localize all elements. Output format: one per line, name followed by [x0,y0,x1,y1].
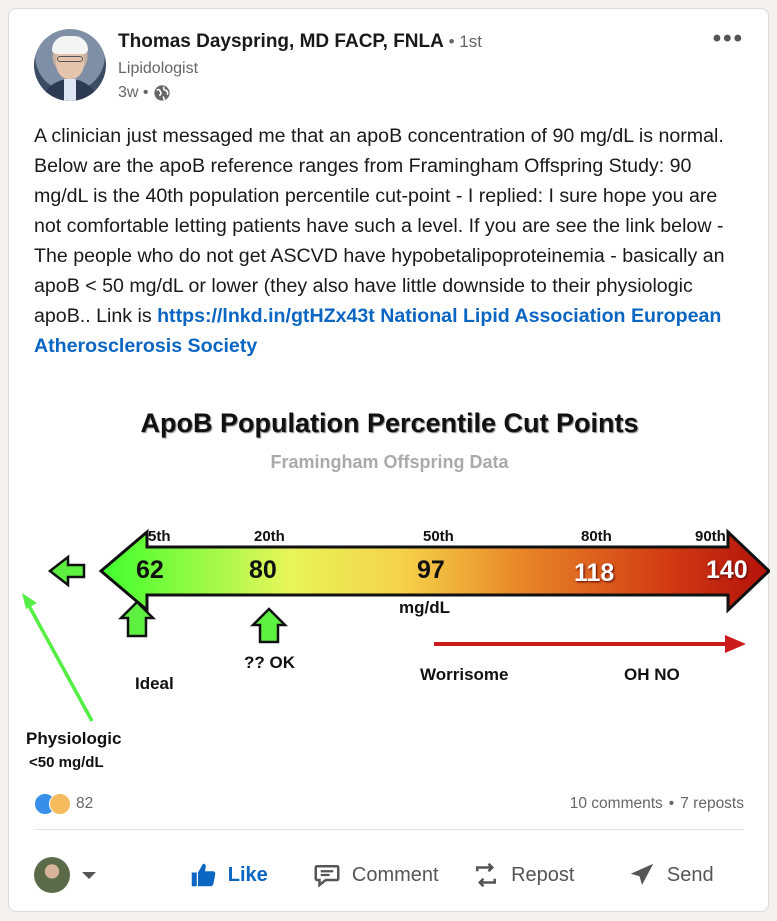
post-meta: 3w • [118,84,171,102]
label-physiologic-sub: <50 mg/dL [29,754,104,771]
green-diagonal-arrow-icon [22,593,37,609]
pct-50: 50th [423,528,454,545]
insightful-reaction-icon [49,793,71,815]
pct-90: 90th [695,528,726,545]
comments-count[interactable]: 10 comments [570,795,663,813]
label-ideal: Ideal [135,674,174,693]
actor-selector[interactable] [34,857,154,893]
unit-label: mg/dL [399,598,450,617]
author-headline: Lipidologist [118,60,199,77]
post-text: A clinician just messaged me that an apo… [34,121,746,361]
author-name[interactable]: Thomas Dayspring, MD FACP, FNLA [118,31,444,52]
comment-icon [314,865,340,888]
comment-button[interactable]: Comment [302,860,450,890]
like-button[interactable]: Like [154,860,302,890]
author-name-row[interactable]: Thomas Dayspring, MD FACP, FNLA • 1st [118,31,482,53]
label-worrisome: Worrisome [420,665,509,684]
action-bar: Like Comment Repost Send [34,852,744,898]
red-arrow-icon [725,635,746,653]
value-97: 97 [417,556,445,584]
send-button[interactable]: Send [597,860,745,890]
pct-80: 80th [581,528,612,545]
reactions[interactable]: 82 [34,793,93,815]
send-icon [630,863,654,885]
post-body: A clinician just messaged me that an apo… [34,125,725,327]
separator: • [668,795,675,812]
connection-degree: • 1st [443,32,482,51]
social-counts: 82 10 comments • 7 reposts [34,792,744,816]
post-card: Thomas Dayspring, MD FACP, FNLA • 1st Li… [8,8,770,912]
value-62: 62 [136,556,164,584]
label-ok: ?? OK [244,653,295,672]
reposts-count[interactable]: 7 reposts [680,795,744,813]
left-arrow-icon [47,554,86,588]
ok-up-arrow-icon [249,607,289,644]
more-options-icon[interactable]: ••• [713,25,744,53]
label-physiologic: Physiologic [26,729,122,748]
repost-button[interactable]: Repost [449,860,597,890]
reactions-count: 82 [76,795,94,812]
post-time: 3w • [118,84,149,101]
label-ohno: OH NO [624,665,680,684]
thumbs-up-icon [191,863,216,887]
value-118: 118 [574,559,615,587]
globe-icon [153,85,170,101]
divider [34,829,744,830]
author-avatar[interactable] [34,29,106,101]
pct-20: 20th [254,528,285,545]
chart-graphics [22,528,770,722]
value-140: 140 [706,556,748,584]
apob-chart-image[interactable]: ApoB Population Percentile Cut Points Fr… [9,404,770,784]
pct-5: 5th [148,528,171,545]
value-80: 80 [249,556,277,584]
user-avatar [34,857,70,893]
chevron-down-icon [82,871,96,879]
repost-icon [476,862,497,888]
